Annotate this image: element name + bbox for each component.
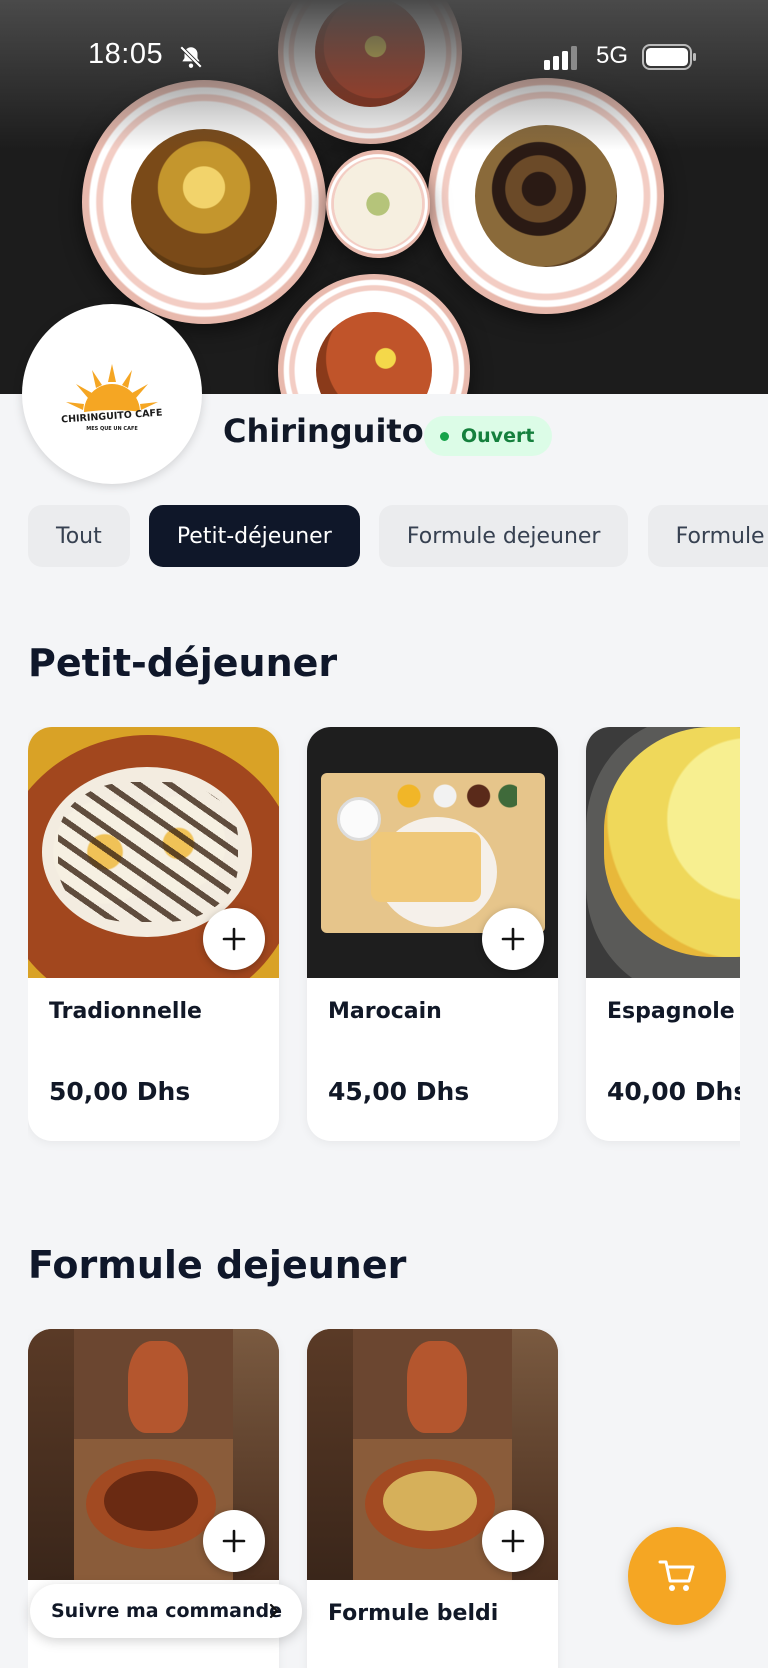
product-row-petit-dejeuner: Tradionnelle 50,00 Dhs Marocain 45,00 Dh… bbox=[28, 727, 740, 1157]
section-title-petit-dejeuner: Petit-déjeuner bbox=[28, 641, 338, 685]
product-card[interactable]: Formule beldi bbox=[307, 1329, 558, 1668]
add-to-cart-button[interactable] bbox=[482, 1510, 544, 1572]
bell-slash-icon bbox=[179, 45, 203, 69]
status-text: Ouvert bbox=[461, 425, 535, 447]
product-card[interactable]: Tradionnelle 50,00 Dhs bbox=[28, 727, 279, 1141]
section-title-formule-dejeuner: Formule dejeuner bbox=[28, 1243, 407, 1287]
restaurant-logo: CHIRINGUITO CAFE MES QUE UN CAFE bbox=[22, 304, 202, 484]
product-name: Marocain bbox=[328, 999, 442, 1024]
cart-icon bbox=[658, 1560, 695, 1591]
chevron-right-icon bbox=[269, 1603, 279, 1619]
category-tabs: Tout Petit-déjeuner Formule dejeuner For… bbox=[28, 505, 768, 569]
product-price: 50,00 Dhs bbox=[49, 1077, 191, 1106]
plus-icon bbox=[501, 1529, 525, 1553]
status-dot bbox=[440, 431, 449, 441]
add-to-cart-button[interactable] bbox=[482, 908, 544, 970]
product-price: 40,00 Dhs bbox=[607, 1077, 740, 1106]
dish-plate bbox=[326, 150, 430, 258]
track-order-label: Suivre ma commande bbox=[51, 1600, 282, 1622]
cart-button[interactable] bbox=[628, 1527, 726, 1625]
product-image bbox=[586, 727, 740, 978]
tab-formule-a[interactable]: Formule a bbox=[647, 505, 768, 567]
product-name: Tradionnelle bbox=[49, 999, 202, 1024]
product-card[interactable]: Espagnole 40,00 Dhs bbox=[586, 727, 740, 1141]
plus-icon bbox=[222, 927, 246, 951]
dish-plate bbox=[278, 274, 470, 394]
product-card[interactable]: Marocain 45,00 Dhs bbox=[307, 727, 558, 1141]
signal-icon bbox=[544, 46, 577, 70]
tab-petit-dejeuner[interactable]: Petit-déjeuner bbox=[148, 505, 360, 567]
product-price: 45,00 Dhs bbox=[328, 1077, 470, 1106]
add-to-cart-button[interactable] bbox=[203, 1510, 265, 1572]
restaurant-name: Chiringuito bbox=[223, 412, 424, 450]
battery-icon bbox=[642, 44, 696, 70]
status-time: 18:05 bbox=[88, 38, 164, 70]
tab-tout[interactable]: Tout bbox=[28, 505, 130, 567]
status-bar: 18:05 5G bbox=[0, 34, 768, 74]
logo-text: CHIRINGUITO CAFE bbox=[61, 407, 163, 425]
plus-icon bbox=[222, 1529, 246, 1553]
plus-icon bbox=[501, 927, 525, 951]
add-to-cart-button[interactable] bbox=[203, 908, 265, 970]
track-order-button[interactable]: Suivre ma commande bbox=[30, 1584, 302, 1638]
logo-tagline: MES QUE UN CAFE bbox=[86, 426, 138, 432]
product-name: Espagnole bbox=[607, 999, 735, 1024]
network-label: 5G bbox=[596, 42, 629, 69]
sun-logo-icon: CHIRINGUITO CAFE MES QUE UN CAFE bbox=[61, 364, 163, 432]
status-badge: Ouvert bbox=[424, 416, 553, 456]
tab-formule-dejeuner[interactable]: Formule dejeuner bbox=[378, 505, 629, 567]
product-name: Formule beldi bbox=[328, 1601, 499, 1626]
